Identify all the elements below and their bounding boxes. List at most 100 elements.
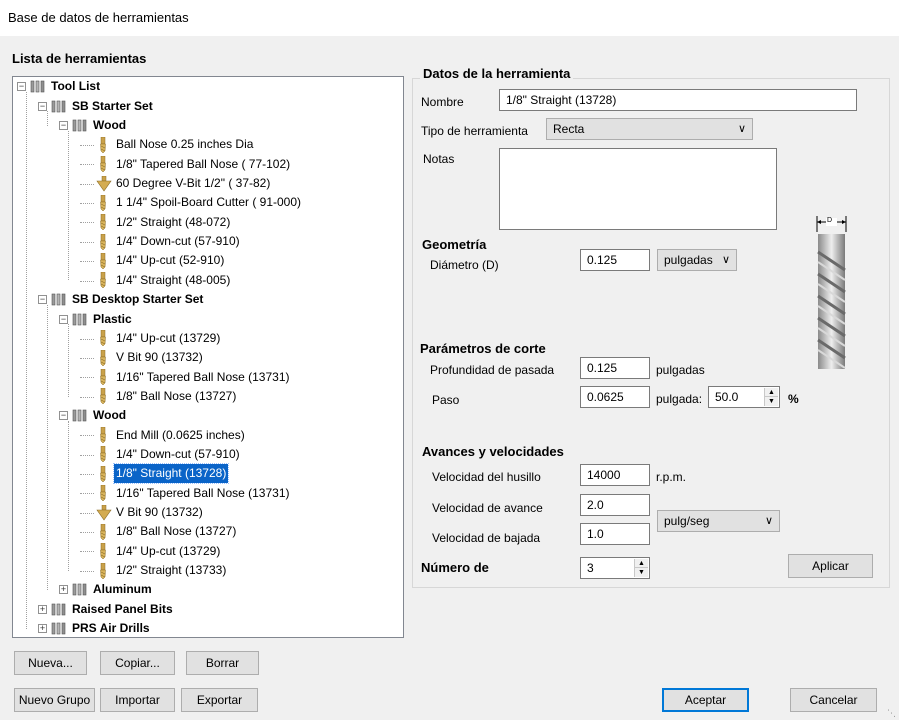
tree-tool-node[interactable]: Ball Nose 0.25 inches Dia — [80, 135, 255, 154]
spin-down-icon[interactable]: ▼ — [635, 568, 648, 577]
expand-icon[interactable]: + — [38, 604, 47, 614]
end-mill-icon — [96, 272, 110, 289]
tree-node-label: 60 Degree V-Bit 1/2" ( 37-82) — [116, 176, 271, 191]
tree-tool-node[interactable]: 1/4" Up-cut (13729) — [80, 541, 222, 560]
collapse-icon[interactable]: − — [38, 101, 47, 111]
import-button[interactable]: Importar — [100, 688, 175, 712]
tree-node-label: Ball Nose 0.25 inches Dia — [116, 137, 254, 152]
tree-folder-node[interactable]: + PRS Air Drills — [38, 619, 152, 637]
tool-number-value: 3 — [587, 561, 594, 575]
tree-tool-node[interactable]: V Bit 90 (13732) — [80, 503, 205, 522]
end-mill-icon — [96, 233, 110, 250]
rate-units-select[interactable]: pulg/seg ∨ — [657, 510, 780, 532]
notes-textarea[interactable] — [499, 148, 777, 230]
copy-button[interactable]: Copiar... — [100, 651, 175, 675]
tree-node-label: End Mill (0.0625 inches) — [116, 427, 245, 442]
collapse-icon[interactable]: − — [59, 314, 68, 324]
tree-tool-node[interactable]: 1/4" Down-cut (57-910) — [80, 232, 242, 251]
tree-folder-node[interactable]: − SB Desktop Starter Set — [38, 290, 205, 309]
name-input[interactable]: 1/8" Straight (13728) — [499, 89, 857, 111]
tree-tool-node[interactable]: 1/4" Up-cut (13729) — [80, 329, 222, 348]
tree-node-label: Wood — [93, 118, 127, 133]
collapse-icon[interactable]: − — [59, 121, 68, 131]
pass-depth-unit: pulgadas — [656, 363, 705, 377]
tool-type-value: Recta — [553, 122, 585, 136]
tree-tool-node[interactable]: 60 Degree V-Bit 1/2" ( 37-82) — [80, 174, 272, 193]
tree-tool-node[interactable]: 1/4" Down-cut (57-910) — [80, 445, 242, 464]
plunge-rate-input[interactable]: 1.0 — [580, 523, 650, 545]
collapse-icon[interactable]: − — [17, 82, 26, 92]
tool-group-icon — [72, 409, 88, 422]
tree-folder-node[interactable]: − Wood — [59, 406, 128, 425]
diameter-units-select[interactable]: pulgadas ∨ — [657, 249, 737, 271]
tool-group-icon — [51, 100, 67, 113]
stepover-input[interactable]: 0.0625 — [580, 386, 650, 408]
new-group-button[interactable]: Nuevo Grupo — [14, 688, 95, 712]
tree-folder-node[interactable]: − Plastic — [59, 309, 134, 328]
tree-tool-node[interactable]: 1/16" Tapered Ball Nose (13731) — [80, 483, 291, 502]
tree-node-label: 1/16" Tapered Ball Nose (13731) — [116, 485, 290, 500]
diameter-label: Diámetro (D) — [430, 258, 499, 272]
tree-tool-node[interactable]: End Mill (0.0625 inches) — [80, 425, 247, 444]
tree-folder-node[interactable]: + Raised Panel Bits — [38, 599, 175, 618]
spindle-speed-input[interactable]: 14000 — [580, 464, 650, 486]
tree-folder-node[interactable]: − Tool List — [17, 77, 102, 96]
tool-diagram: D — [808, 212, 854, 372]
delete-button[interactable]: Borrar — [186, 651, 259, 675]
tool-number-spinner[interactable]: ▲ ▼ — [634, 559, 648, 577]
tree-tool-node[interactable]: 1 1/4" Spoil-Board Cutter ( 91-000) — [80, 193, 303, 212]
spin-down-icon[interactable]: ▼ — [765, 397, 778, 406]
tool-type-select[interactable]: Recta ∨ — [546, 118, 753, 140]
apply-button[interactable]: Aplicar — [788, 554, 873, 578]
expand-icon[interactable]: + — [59, 585, 68, 595]
stepover-unit: pulgada: — [656, 392, 703, 406]
feed-rate-label: Velocidad de avance — [432, 501, 543, 515]
tree-tool-node[interactable]: 1/8" Straight (13728) — [80, 463, 230, 485]
spin-up-icon[interactable]: ▲ — [765, 388, 778, 397]
pass-depth-input[interactable]: 0.125 — [580, 357, 650, 379]
expand-icon[interactable]: + — [38, 624, 47, 634]
tool-tree[interactable]: − Tool List − SB Starter Set − Wood Ball Nose … — [12, 76, 404, 638]
tree-tool-node[interactable]: 1/4" Up-cut (52-910) — [80, 251, 226, 270]
end-mill-icon — [96, 562, 110, 579]
new-button[interactable]: Nueva... — [14, 651, 87, 675]
export-button[interactable]: Exportar — [181, 688, 258, 712]
tree-node-label: 1/16" Tapered Ball Nose (13731) — [116, 369, 290, 384]
tree-tool-node[interactable]: 1/2" Straight (13733) — [80, 561, 228, 580]
spin-up-icon[interactable]: ▲ — [635, 559, 648, 568]
diameter-units-value: pulgadas — [664, 253, 713, 267]
tool-number-input[interactable]: 3 ▲ ▼ — [580, 557, 650, 579]
end-mill-icon — [96, 542, 110, 560]
tree-folder-node[interactable]: − Wood — [59, 116, 128, 135]
feed-rate-input[interactable]: 2.0 — [580, 494, 650, 516]
stepover-spinner[interactable]: ▲ ▼ — [764, 388, 778, 406]
tool-group-icon — [30, 80, 46, 93]
end-mill-icon — [96, 465, 110, 483]
chevron-down-icon: ∨ — [737, 123, 746, 135]
tool-group-icon — [72, 119, 88, 132]
tree-tool-node[interactable]: V Bit 90 (13732) — [80, 348, 205, 367]
diameter-input[interactable]: 0.125 — [580, 249, 650, 271]
tree-node-label: 1 1/4" Spoil-Board Cutter ( 91-000) — [116, 195, 302, 210]
tree-tool-node[interactable]: 1/16" Tapered Ball Nose (13731) — [80, 367, 291, 386]
end-mill-icon — [96, 136, 110, 154]
tree-folder-node[interactable]: + Aluminum — [59, 580, 154, 599]
end-mill-icon — [96, 214, 110, 231]
tree-folder-node[interactable]: − SB Starter Set — [38, 96, 155, 115]
resize-grip-icon[interactable]: ⋱ — [887, 708, 897, 718]
tool-number-label: Número de — [421, 560, 489, 575]
tree-tool-node[interactable]: 1/2" Straight (48-072) — [80, 212, 232, 231]
collapse-icon[interactable]: − — [59, 411, 68, 421]
tree-tool-node[interactable]: 1/8" Ball Nose (13727) — [80, 387, 238, 406]
tree-tool-node[interactable]: 1/8" Ball Nose (13727) — [80, 522, 238, 541]
cancel-button[interactable]: Cancelar — [790, 688, 877, 712]
collapse-icon[interactable]: − — [38, 295, 47, 305]
tool-type-label: Tipo de herramienta — [421, 124, 528, 138]
end-mill-icon — [96, 252, 110, 270]
tree-tool-node[interactable]: 1/8" Tapered Ball Nose ( 77-102) — [80, 154, 292, 173]
stepover-percent-input[interactable]: 50.0 ▲ ▼ — [708, 386, 780, 408]
ok-button[interactable]: Aceptar — [662, 688, 749, 712]
tree-node-label: 1/4" Straight (48-005) — [116, 272, 231, 287]
chevron-down-icon: ∨ — [721, 254, 730, 266]
tree-tool-node[interactable]: 1/4" Straight (48-005) — [80, 271, 232, 290]
